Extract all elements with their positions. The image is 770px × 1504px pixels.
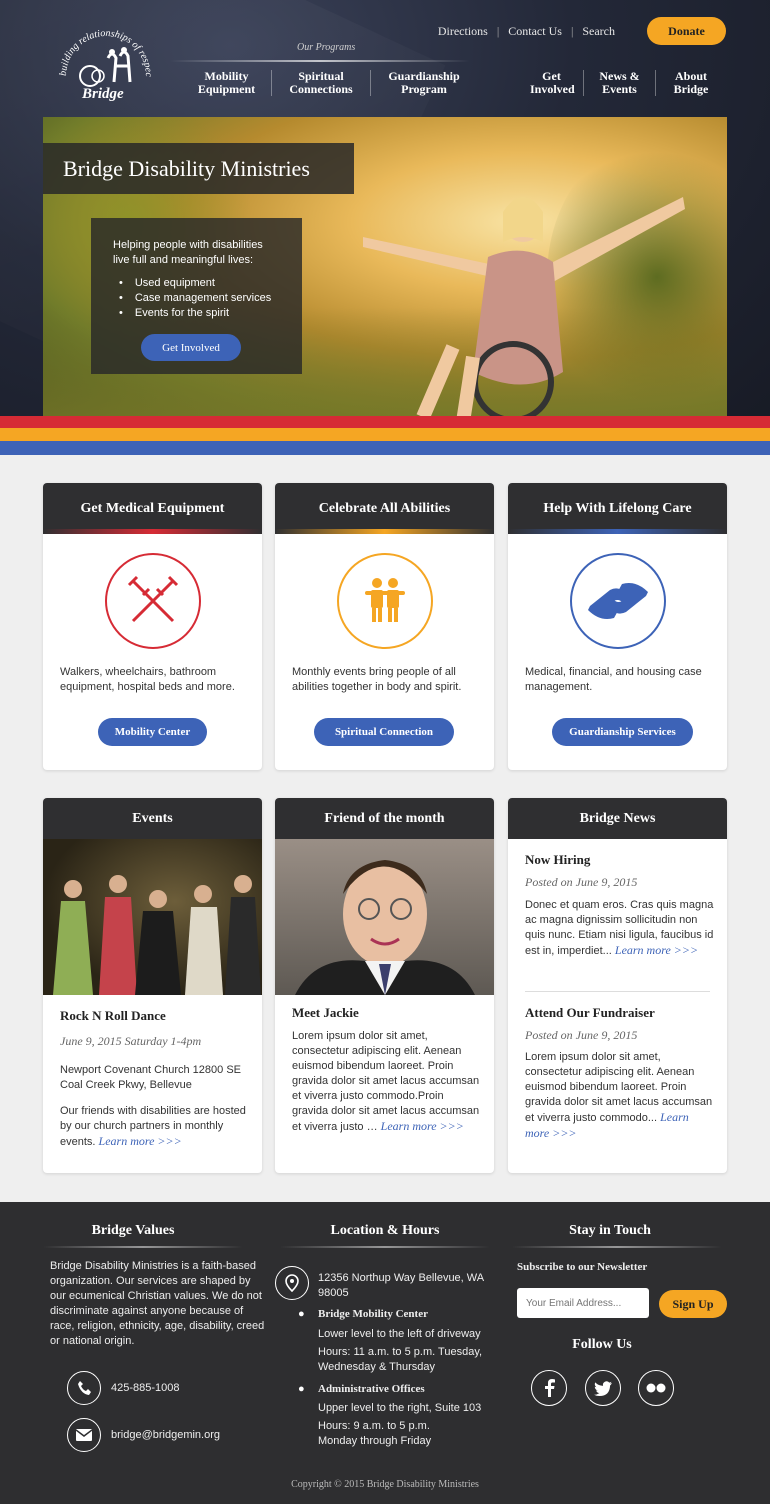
news-description: Lorem ipsum dolor sit amet, consectetur …	[525, 1051, 713, 1140]
main-nav: Get Involved News & Events About Bridge	[520, 70, 726, 96]
learn-more-link[interactable]: Learn more >>>	[381, 1119, 464, 1133]
divider	[525, 991, 710, 992]
friend-title[interactable]: Meet Jackie	[292, 1005, 359, 1021]
nav-about-bridge[interactable]: About Bridge	[656, 70, 726, 96]
separator: |	[570, 24, 574, 38]
search-link[interactable]: Search	[582, 24, 615, 39]
nav-guardianship-program[interactable]: Guardianship Program	[371, 70, 477, 96]
email-address[interactable]: bridge@bridgemin.org	[111, 1428, 220, 1443]
admin-offices-name: Administrative Offices	[318, 1383, 425, 1395]
service-card-care: Help With Lifelong Care Medical, financi…	[508, 483, 727, 770]
admin-location: Upper level to the right, Suite 103	[318, 1402, 482, 1414]
site-header: building relationships of respect Bridge…	[0, 0, 770, 455]
stay-in-touch-heading: Stay in Touch	[569, 1223, 651, 1238]
facebook-icon[interactable]	[531, 1370, 567, 1406]
news-date: Posted on June 9, 2015	[525, 1028, 638, 1042]
hero-title: Bridge Disability Ministries	[43, 143, 354, 194]
guardianship-services-button[interactable]: Guardianship Services	[552, 718, 693, 746]
card-title: Help With Lifelong Care	[508, 483, 727, 534]
jackie-photo	[275, 839, 494, 995]
sign-up-button[interactable]: Sign Up	[659, 1290, 727, 1318]
hero-info-box: Helping people with disabilities live fu…	[91, 218, 302, 374]
bridge-values-heading: Bridge Values	[91, 1223, 175, 1238]
twitter-icon[interactable]	[585, 1370, 621, 1406]
nav-news-events[interactable]: News & Events	[584, 70, 656, 96]
hero-bullets: Used equipment Case management services …	[113, 276, 280, 321]
event-title[interactable]: Rock N Roll Dance	[60, 1008, 166, 1024]
flickr-icon[interactable]	[638, 1370, 674, 1406]
event-description: Our friends with disabilities are hosted…	[60, 1105, 246, 1148]
friend-description: Lorem ipsum dolor sit amet, consectetur …	[292, 1030, 480, 1133]
logo-tagline: building relationships of respect	[55, 8, 154, 78]
street-address: 12356 Northup Way Bellevue, WA 98005	[318, 1272, 484, 1299]
event-date: June 9, 2015 Saturday 1-4pm	[60, 1034, 202, 1048]
admin-hours: Hours: 9 a.m. to 5 p.m. Monday through F…	[318, 1420, 432, 1447]
nav-spiritual-connections[interactable]: Spiritual Connections	[272, 70, 371, 96]
logo-wordmark: Bridge	[82, 86, 124, 102]
mobility-center-button[interactable]: Mobility Center	[98, 718, 207, 746]
donate-button[interactable]: Donate	[647, 17, 726, 45]
utility-nav: Directions | Contact Us | Search	[438, 24, 615, 39]
mobility-center-name: Bridge Mobility Center	[318, 1308, 428, 1320]
location-hours-heading: Location & Hours	[330, 1223, 440, 1238]
card-title: Events	[43, 798, 262, 839]
card-title: Bridge News	[508, 798, 727, 839]
separator: |	[496, 24, 500, 38]
contact-us-link[interactable]: Contact Us	[508, 24, 562, 39]
phone-icon	[67, 1371, 101, 1405]
map-pin-icon	[275, 1266, 309, 1300]
hero-bullet: Case management services	[113, 291, 280, 306]
news-date: Posted on June 9, 2015	[525, 875, 638, 889]
card-description: Walkers, wheelchairs, bathroom equipment…	[60, 666, 235, 693]
copyright: Copyright © 2015 Bridge Disability Minis…	[291, 1479, 479, 1490]
mobility-hours: Hours: 11 a.m. to 5 p.m. Tuesday, Wednes…	[318, 1346, 483, 1373]
spiritual-connection-button[interactable]: Spiritual Connection	[314, 718, 454, 746]
programs-divider	[170, 60, 470, 62]
events-card: Events Rock N Roll Dance June 9, 2015 Sa…	[43, 798, 262, 1173]
hero-bullet: Used equipment	[113, 276, 280, 291]
nav-get-involved[interactable]: Get Involved	[520, 70, 584, 96]
directions-link[interactable]: Directions	[438, 24, 488, 39]
dance-photo	[43, 839, 262, 995]
svg-text:building relationships of resp: building relationships of respect	[56, 16, 154, 78]
event-location: Newport Covenant Church 12800 SE Coal Cr…	[60, 1064, 241, 1091]
service-card-medical: Get Medical Equipment Walkers, wheelchai…	[43, 483, 262, 770]
news-title[interactable]: Attend Our Fundraiser	[525, 1005, 655, 1021]
follow-us-heading: Follow Us	[572, 1337, 632, 1352]
card-title: Get Medical Equipment	[43, 483, 262, 534]
envelope-icon	[67, 1418, 101, 1452]
our-programs-label: Our Programs	[297, 42, 356, 53]
news-card: Bridge News Now Hiring Posted on June 9,…	[508, 798, 727, 1173]
programs-nav: Mobility Equipment Spiritual Connections…	[182, 70, 477, 96]
card-description: Monthly events bring people of all abili…	[292, 666, 462, 693]
crutches-icon	[105, 553, 201, 649]
woman-in-wheelchair-photo	[363, 197, 685, 417]
yellow-stripe	[0, 428, 770, 441]
phone-number[interactable]: 425-885-1008	[111, 1381, 180, 1396]
blue-stripe	[0, 441, 770, 455]
newsletter-label: Subscribe to our Newsletter	[517, 1261, 648, 1273]
card-title: Friend of the month	[275, 798, 494, 839]
learn-more-link[interactable]: Learn more >>>	[99, 1134, 182, 1148]
nav-mobility-equipment[interactable]: Mobility Equipment	[182, 70, 272, 96]
friend-card: Friend of the month Meet Jackie Lorem ip…	[275, 798, 494, 1173]
hero-bullet: Events for the spirit	[113, 306, 280, 321]
values-text: Bridge Disability Ministries is a faith-…	[50, 1260, 265, 1347]
people-icon	[337, 553, 433, 649]
card-description: Medical, financial, and housing case man…	[525, 666, 702, 693]
news-description: Donec et quam eros. Cras quis magna ac m…	[525, 899, 714, 957]
hero-intro: Helping people with disabilities live fu…	[113, 239, 263, 266]
mobility-location: Lower level to the left of driveway	[318, 1328, 481, 1340]
learn-more-link[interactable]: Learn more >>>	[615, 943, 698, 957]
newsletter-email-input[interactable]	[517, 1288, 649, 1318]
hands-icon	[570, 553, 666, 649]
service-card-abilities: Celebrate All Abilities Monthly events b…	[275, 483, 494, 770]
news-title[interactable]: Now Hiring	[525, 852, 590, 868]
get-involved-button[interactable]: Get Involved	[141, 334, 241, 361]
red-stripe	[0, 416, 770, 428]
card-title: Celebrate All Abilities	[275, 483, 494, 534]
